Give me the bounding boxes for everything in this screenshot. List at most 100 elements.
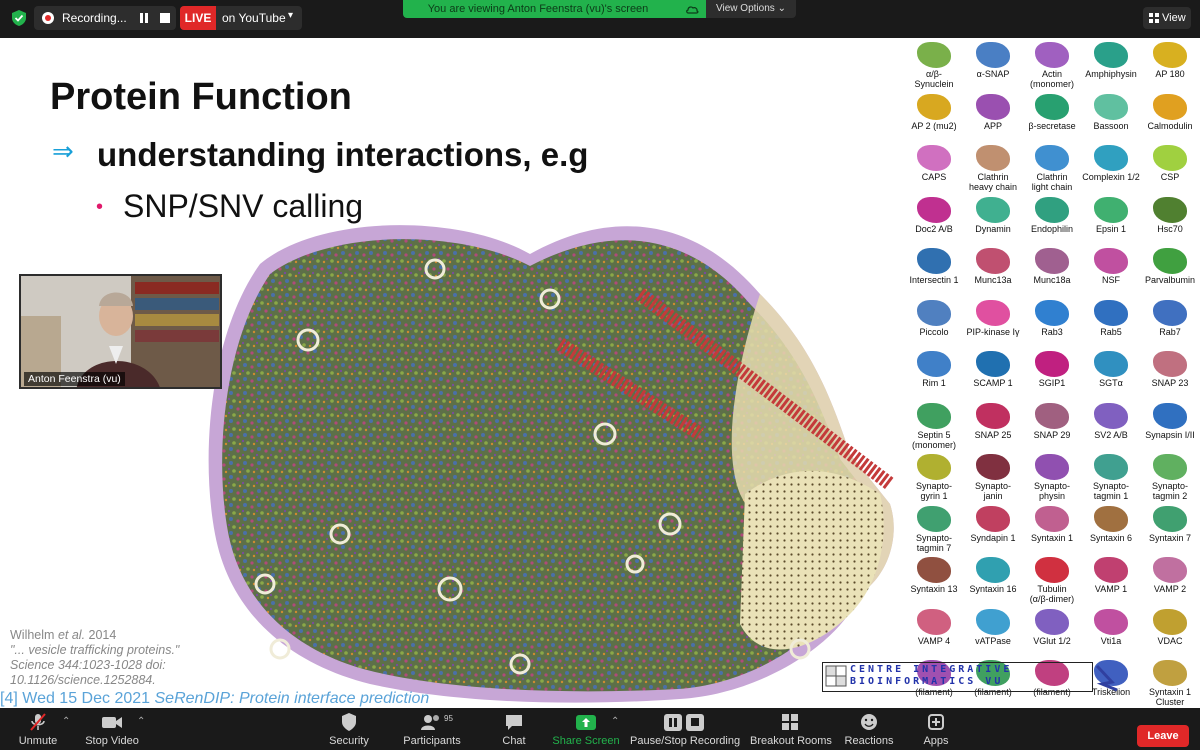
- protein-structure-icon: [1035, 42, 1069, 68]
- protein-item: Syntaxin 13: [905, 553, 963, 608]
- protein-item: α-SNAP: [964, 38, 1022, 93]
- stop-video-button[interactable]: Stop Video: [84, 708, 140, 750]
- protein-structure-icon: [1094, 402, 1128, 429]
- chevron-up-icon[interactable]: ⌃: [137, 716, 145, 727]
- protein-structure-icon: [1035, 454, 1069, 480]
- protein-item: Syntaxin 16: [964, 553, 1022, 608]
- protein-structure-icon: [1035, 608, 1069, 635]
- chevron-down-icon[interactable]: ▾: [288, 10, 293, 21]
- protein-label: Synapto-gyrin 1: [915, 481, 953, 501]
- view-button[interactable]: View: [1143, 7, 1191, 29]
- stop-recording-icon[interactable]: [160, 13, 170, 23]
- citation-authors: Wilhelm: [10, 628, 55, 642]
- recording-indicator[interactable]: Recording...: [34, 6, 176, 30]
- protein-label: Syntaxin 6: [1089, 532, 1133, 543]
- stop-video-label: Stop Video: [85, 735, 139, 747]
- pause-recording-icon[interactable]: [138, 12, 150, 24]
- protein-label: Synapto-tagmin 7: [915, 532, 953, 553]
- protein-label: PIP-kinase Iγ: [966, 326, 1020, 337]
- protein-structure-icon: [1153, 557, 1187, 583]
- participant-video[interactable]: Anton Feenstra (vu): [19, 274, 222, 389]
- protein-structure-icon: [917, 299, 951, 326]
- protein-label: Hsc70: [1157, 223, 1183, 234]
- citation-doi: 10.1126/science.1252884.: [10, 673, 156, 687]
- protein-item: Parvalbumin: [1141, 244, 1199, 299]
- protein-item: Rim 1: [905, 347, 963, 402]
- protein-structure-icon: [1153, 608, 1187, 635]
- participant-name: Anton Feenstra (vu): [24, 372, 125, 386]
- share-screen-button[interactable]: Share Screen: [552, 708, 620, 750]
- protein-label: Synapto-janin: [974, 481, 1012, 501]
- protein-structure-icon: [917, 42, 951, 68]
- protein-item: Synapsin I/II: [1141, 399, 1199, 454]
- protein-item: SNAP 25: [964, 399, 1022, 454]
- apps-button[interactable]: Apps: [918, 708, 954, 750]
- protein-label: Bassoon: [1093, 120, 1129, 131]
- protein-structure-icon: [976, 299, 1010, 326]
- pause-stop-recording-button[interactable]: Pause/Stop Recording: [630, 708, 740, 750]
- protein-structure-icon: [1035, 145, 1069, 171]
- chat-label: Chat: [502, 735, 526, 747]
- leave-button[interactable]: Leave: [1137, 725, 1189, 747]
- view-options-button[interactable]: View Options ⌄: [706, 0, 796, 18]
- unmute-button[interactable]: Unmute: [14, 708, 62, 750]
- protein-structure-icon: [1153, 299, 1187, 326]
- protein-item: Septin 5 (monomer): [905, 399, 963, 454]
- protein-label: Piccolo: [919, 326, 949, 337]
- live-stream-indicator[interactable]: LIVE on YouTube ▾: [180, 6, 302, 30]
- arrow-bullet-icon: ⇒: [52, 136, 74, 166]
- protein-label: VAMP 1: [1094, 584, 1128, 594]
- participants-button[interactable]: Participants: [400, 708, 464, 750]
- protein-item: Syntaxin 1: [1023, 502, 1081, 557]
- protein-structure-icon: [976, 351, 1010, 377]
- protein-structure-icon: [917, 351, 951, 377]
- protein-label: Actin (monomer): [1029, 69, 1074, 89]
- slide-topic: Protein interface prediction: [239, 690, 430, 707]
- protein-label: Clathrin light chain: [1031, 172, 1073, 192]
- chat-button[interactable]: Chat: [496, 708, 532, 750]
- viewing-screen-banner: You are viewing Anton Feenstra (vu)'s sc…: [403, 0, 706, 18]
- protein-label: Amphiphysin: [1085, 69, 1137, 79]
- chevron-down-icon: ⌄: [777, 3, 786, 14]
- protein-structure-icon: [1094, 351, 1128, 377]
- protein-structure-icon: [976, 196, 1010, 223]
- protein-label: VAMP 4: [917, 635, 951, 646]
- protein-item: APP: [964, 90, 1022, 145]
- video-camera-icon: [102, 717, 122, 728]
- protein-label: Synapto-tagmin 2: [1151, 481, 1189, 501]
- protein-structure-icon: [1094, 42, 1128, 68]
- protein-structure-icon: [917, 248, 951, 274]
- recording-label: Recording...: [62, 11, 127, 25]
- protein-label: SNAP 25: [974, 429, 1012, 440]
- security-button[interactable]: Security: [324, 708, 374, 750]
- protein-label: Calmodulin: [1147, 120, 1193, 131]
- protein-structure-icon: [1094, 454, 1128, 480]
- participants-label: Participants: [403, 735, 461, 747]
- citation-quote: "... vesicle trafficking proteins.": [10, 643, 180, 657]
- protein-label: Septin 5 (monomer): [911, 429, 956, 450]
- protein-structure-icon: [976, 145, 1010, 171]
- dot-bullet-icon: •: [96, 196, 104, 218]
- protein-label: Synapsin I/II: [1145, 429, 1195, 440]
- protein-label: SGIP1: [1038, 378, 1066, 388]
- protein-structure-icon: [976, 402, 1010, 429]
- view-label: View: [1162, 12, 1186, 24]
- slide-number: [4]: [0, 690, 18, 707]
- chevron-up-icon[interactable]: ⌃: [62, 716, 70, 727]
- protein-label: Syntaxin 1: [1030, 532, 1074, 543]
- security-shield-icon[interactable]: [10, 9, 28, 27]
- citation: Wilhelm et al. 2014 "... vesicle traffic…: [10, 628, 179, 688]
- protein-structure-icon: [917, 557, 951, 583]
- protein-item: AP 2 (mu2): [905, 90, 963, 145]
- chevron-up-icon[interactable]: ⌃: [611, 716, 619, 727]
- recording-dot-icon: [42, 12, 54, 24]
- breakout-rooms-button[interactable]: Breakout Rooms: [750, 708, 832, 750]
- protein-item: Complexin 1/2: [1082, 141, 1140, 196]
- view-options-label: View Options: [716, 3, 775, 14]
- reactions-button[interactable]: Reactions: [842, 708, 896, 750]
- protein-label: β-secretase: [1028, 120, 1076, 131]
- protein-item: VAMP 4: [905, 605, 963, 660]
- protein-item: Synapto-tagmin 7: [905, 502, 963, 557]
- security-label: Security: [329, 735, 369, 747]
- protein-structure-icon: [917, 505, 951, 532]
